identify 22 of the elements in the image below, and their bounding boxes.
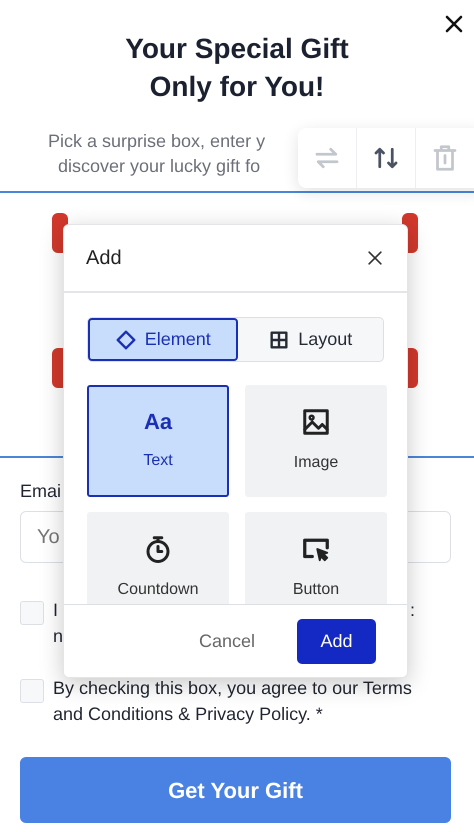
grid-icon	[268, 328, 290, 350]
consent-text: :	[410, 599, 415, 622]
field-label: Emai	[20, 480, 62, 503]
element-tile[interactable]: Image	[245, 385, 387, 497]
tab[interactable]: Layout	[238, 318, 383, 361]
subtitle-text: discover your lucky gift fo	[57, 155, 260, 178]
add-button[interactable]: Add	[297, 618, 376, 664]
diamond-icon	[114, 328, 137, 350]
cancel-button[interactable]: Cancel	[192, 626, 261, 656]
consent-text: n	[53, 626, 64, 646]
consent-text: I	[53, 599, 58, 622]
checkbox[interactable]	[20, 679, 44, 703]
image-icon	[301, 407, 331, 437]
subtitle-text: Pick a surprise box, enter y	[47, 130, 266, 153]
dialog-title: Add	[86, 246, 122, 271]
checkbox[interactable]	[20, 601, 44, 625]
submit-button[interactable]: Get Your Gift	[20, 757, 451, 823]
consent-text: By checking this box, you agree to our Terms and Conditions & Privacy Policy. *	[53, 677, 413, 726]
tab[interactable]: Element	[88, 318, 238, 361]
text-icon: Aa	[144, 409, 172, 435]
element-tile[interactable]: Aa Text	[87, 385, 229, 497]
title: Your Special Gift Only for You!	[124, 32, 350, 104]
